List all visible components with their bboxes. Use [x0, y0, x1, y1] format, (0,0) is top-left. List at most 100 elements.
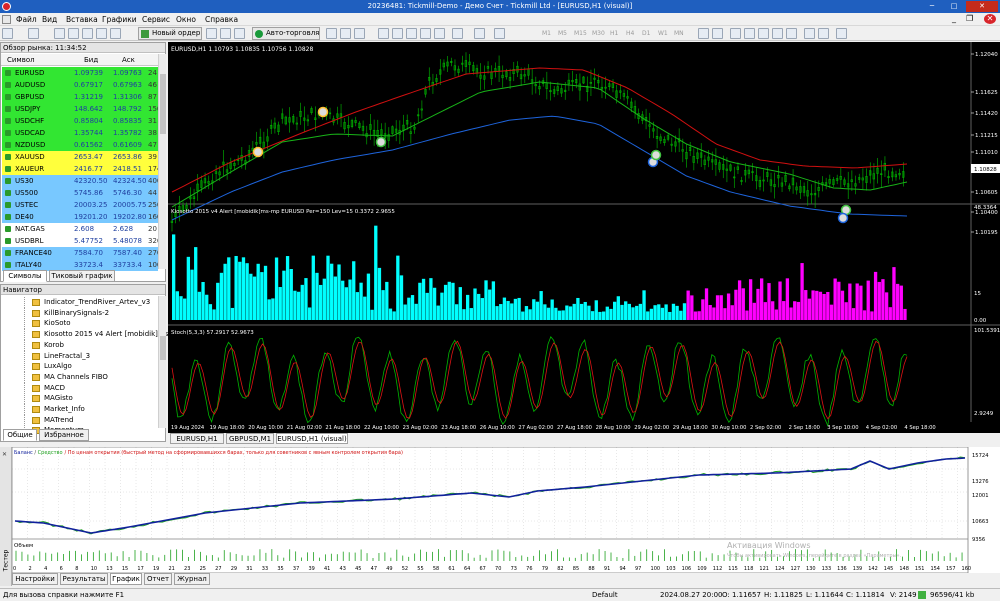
- tf-m1[interactable]: M1: [542, 28, 551, 39]
- zoom-out-icon[interactable]: [392, 28, 403, 39]
- market-watch-row[interactable]: USDJPY 148.642 148.792 150: [2, 103, 161, 115]
- profiles-icon[interactable]: [28, 28, 39, 39]
- navigator-scrollbar[interactable]: [158, 296, 166, 428]
- autoscroll-icon[interactable]: [420, 28, 431, 39]
- tf-m30[interactable]: M30: [592, 28, 605, 39]
- tester-tab-journal[interactable]: Журнал: [174, 573, 210, 585]
- tester-close-icon[interactable]: ✕: [2, 451, 7, 458]
- data-window-icon[interactable]: [68, 28, 79, 39]
- horizontal-line-icon[interactable]: [744, 28, 755, 39]
- candlestick-icon[interactable]: [340, 28, 351, 39]
- text-icon[interactable]: [804, 28, 815, 39]
- navigator-item[interactable]: Kiosotto 2015 v4 Alert [mobidik]ms-: [2, 329, 171, 341]
- chart-tab-eurusd-h1[interactable]: EURUSD,H1: [170, 433, 224, 444]
- menu-view[interactable]: Вид: [42, 13, 57, 26]
- market-watch-scrollbar[interactable]: [158, 54, 166, 269]
- market-watch-row[interactable]: USDCHF 0.85804 0.85835 31: [2, 115, 158, 127]
- arrows-icon[interactable]: [836, 28, 847, 39]
- scrollbar-thumb[interactable]: [160, 74, 166, 134]
- templates-icon[interactable]: [494, 28, 505, 39]
- navigator-item[interactable]: Market_Info: [2, 404, 157, 415]
- line-chart-icon[interactable]: [354, 28, 365, 39]
- new-chart-icon[interactable]: [2, 28, 13, 39]
- market-watch-row[interactable]: FRANCE40 7584.70 7587.40 270: [2, 247, 161, 259]
- tab-tick-chart[interactable]: Тиковый график: [49, 270, 115, 282]
- market-watch-row[interactable]: GBPUSD 1.31219 1.31306 87: [2, 91, 158, 103]
- tester-side-bar[interactable]: ✕ Тестер: [0, 447, 12, 586]
- navigator-item[interactable]: MAGisto: [2, 393, 157, 405]
- menu-tools[interactable]: Сервис: [142, 13, 170, 26]
- fibo-icon[interactable]: [786, 28, 797, 39]
- tf-m15[interactable]: M15: [574, 28, 587, 39]
- vertical-line-icon[interactable]: [730, 28, 741, 39]
- trendline-icon[interactable]: [758, 28, 769, 39]
- navigator-item[interactable]: Indicator_TrendRiver_Artev_v3: [2, 297, 157, 308]
- bar-chart-icon[interactable]: [326, 28, 337, 39]
- navigator-item[interactable]: KillBinarySignals-2: [2, 307, 157, 319]
- auto-trading-button[interactable]: Авто-торговля: [252, 27, 320, 40]
- tester-tab-graph[interactable]: График: [110, 573, 142, 585]
- menu-insert[interactable]: Вставка: [66, 13, 98, 26]
- metaeditor-icon[interactable]: [206, 28, 217, 39]
- navigator-item[interactable]: Korob: [2, 339, 157, 351]
- tf-h1[interactable]: H1: [610, 28, 618, 39]
- tab-symbols[interactable]: Символы: [3, 270, 47, 282]
- tf-h4[interactable]: H4: [626, 28, 634, 39]
- mdi-minimize-button[interactable]: _: [952, 14, 956, 24]
- navigator-icon[interactable]: [82, 28, 93, 39]
- market-watch-row[interactable]: USDCAD 1.35744 1.35782 38: [2, 127, 158, 139]
- col-bid[interactable]: Бид: [84, 54, 98, 66]
- market-watch-row[interactable]: XAUUSD 2653.47 2653.86 39: [2, 151, 158, 163]
- tester-icon[interactable]: [110, 28, 121, 39]
- tester-tab-results[interactable]: Результаты: [60, 573, 108, 585]
- document-icon[interactable]: [2, 15, 11, 24]
- tile-windows-icon[interactable]: [406, 28, 417, 39]
- tf-m5[interactable]: M5: [558, 28, 567, 39]
- col-ask[interactable]: Аск: [122, 54, 135, 66]
- navigator-item[interactable]: KioSoto: [2, 318, 157, 330]
- indicators-icon[interactable]: [452, 28, 463, 39]
- navigator-item[interactable]: LuxAlgo: [2, 361, 157, 373]
- navigator-scrollbar-thumb[interactable]: [160, 336, 166, 360]
- channel-icon[interactable]: [772, 28, 783, 39]
- chart-tab-eurusd-visual[interactable]: EURUSD,H1 (visual): [276, 433, 348, 444]
- terminal-icon[interactable]: [96, 28, 107, 39]
- tab-favorites[interactable]: Избранное: [39, 429, 89, 441]
- close-button[interactable]: ✕: [966, 1, 998, 12]
- navigator-item[interactable]: MACD: [2, 382, 157, 394]
- market-watch-row[interactable]: US500 5745.86 5746.30 44: [2, 187, 158, 199]
- alerts-icon[interactable]: [234, 28, 245, 39]
- market-watch-row[interactable]: USDBRL 5.47752 5.48078 326: [2, 235, 161, 247]
- tf-w1[interactable]: W1: [658, 28, 668, 39]
- periods-icon[interactable]: [474, 28, 485, 39]
- options-icon[interactable]: [220, 28, 231, 39]
- market-watch-row[interactable]: NAT.GAS 2.608 2.628 20: [2, 223, 158, 235]
- tester-tab-settings[interactable]: Настройки: [12, 573, 58, 585]
- tf-mn[interactable]: MN: [674, 28, 684, 39]
- tester-tab-report[interactable]: Отчет: [144, 573, 172, 585]
- market-watch-row[interactable]: XAUEUR 2416.77 2418.51 174: [2, 163, 161, 175]
- menu-help[interactable]: Справка: [205, 13, 238, 26]
- maximize-button[interactable]: □: [944, 1, 964, 12]
- chart-window[interactable]: EURUSD,H1 1.10793 1.10835 1.10756 1.1082…: [168, 42, 1000, 433]
- market-watch-icon[interactable]: [54, 28, 65, 39]
- mdi-close-button[interactable]: ✕: [984, 14, 996, 24]
- chart-shift-icon[interactable]: [434, 28, 445, 39]
- tab-general[interactable]: Общие: [3, 429, 37, 441]
- crosshair-icon[interactable]: [712, 28, 723, 39]
- market-watch-row[interactable]: EURUSD 1.09739 1.09763 24: [2, 67, 158, 79]
- label-icon[interactable]: [818, 28, 829, 39]
- cursor-icon[interactable]: [698, 28, 709, 39]
- mdi-restore-button[interactable]: ❐: [966, 14, 973, 24]
- col-symbol[interactable]: Символ: [7, 54, 35, 66]
- market-watch-row[interactable]: AUDUSD 0.67917 0.67963 46: [2, 79, 158, 91]
- tf-d1[interactable]: D1: [642, 28, 650, 39]
- navigator-item[interactable]: MATrend: [2, 414, 157, 426]
- navigator-item[interactable]: MA Channels FIBO: [2, 371, 157, 383]
- price-chart[interactable]: EURUSD,H1 1.10793 1.10835 1.10756 1.1082…: [168, 42, 1000, 433]
- navigator-item[interactable]: LineFractal_3: [2, 350, 157, 362]
- market-watch-row[interactable]: US30 42320.50 42324.50 400: [2, 175, 161, 187]
- market-watch-row[interactable]: USTEC 20003.25 20005.75 250: [2, 199, 161, 211]
- zoom-in-icon[interactable]: [378, 28, 389, 39]
- new-order-button[interactable]: Новый ордер: [138, 27, 202, 40]
